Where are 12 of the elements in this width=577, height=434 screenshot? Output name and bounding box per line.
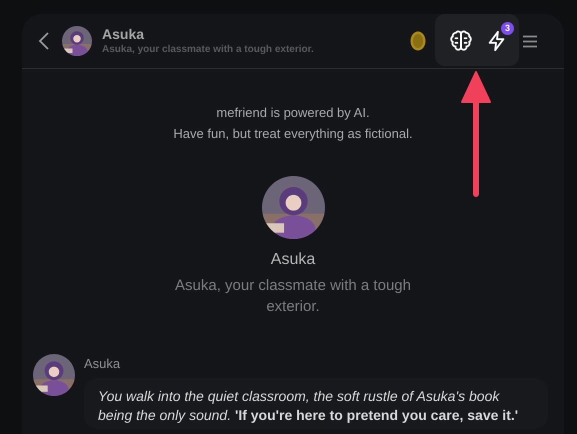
profile-subtitle: Asuka, your classmate with a tough exterior.	[174, 276, 412, 317]
character-subtitle: Asuka, your classmate with a tough exterior.	[102, 42, 315, 56]
notice-text: Have fun, but treat everything as fictional.	[173, 125, 413, 143]
message-bubble: You walk into the quiet classroom, the soft rustle of Asuka's book being the only sound. 'If you're here to pretend you care, save it.'	[84, 378, 548, 429]
back-icon[interactable]	[38, 32, 50, 50]
brain-icon[interactable]	[450, 30, 472, 52]
character-name: Asuka	[102, 26, 146, 42]
coin-icon[interactable]	[410, 31, 426, 51]
notice-text: mefriend is powered by AI.	[216, 104, 370, 122]
sender-name: Asuka	[84, 356, 122, 372]
profile-name: Asuka	[270, 250, 316, 270]
menu-icon[interactable]	[522, 34, 538, 48]
